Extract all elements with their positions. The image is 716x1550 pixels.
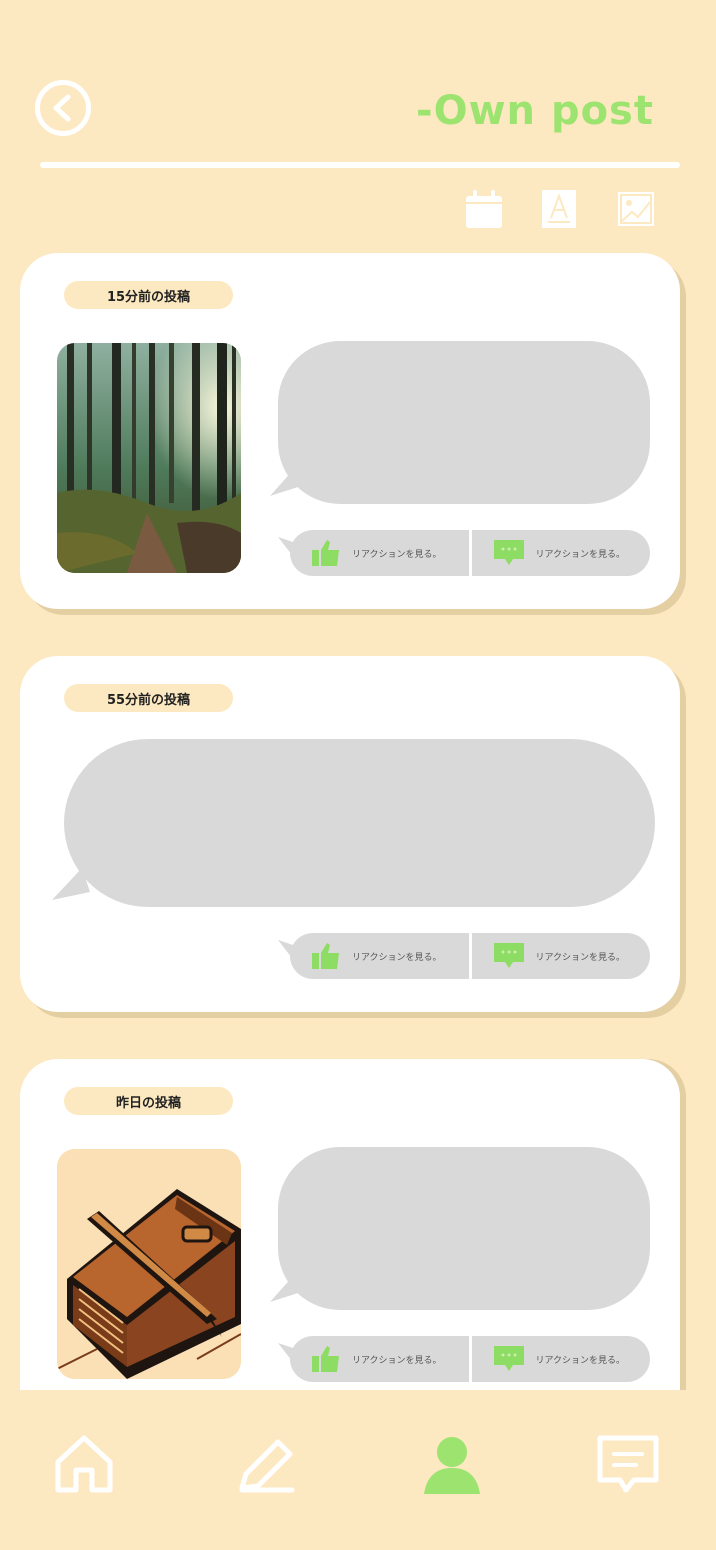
post-time-badge: 15分前の投稿 bbox=[64, 281, 233, 309]
comment-icon bbox=[493, 540, 524, 565]
post-text-bubble bbox=[52, 739, 655, 907]
reaction-bar: リアクションを見る。 リアクションを見る。 bbox=[290, 933, 650, 979]
thumbs-up-icon bbox=[312, 943, 339, 969]
comment-reaction-button[interactable]: リアクションを見る。 bbox=[468, 933, 651, 979]
post-text-bubble bbox=[270, 341, 650, 504]
post-time-badge: 昨日の投稿 bbox=[64, 1087, 233, 1115]
filter-bar bbox=[466, 190, 654, 228]
thumbs-up-icon bbox=[312, 540, 339, 566]
thumbs-up-icon bbox=[312, 1346, 339, 1372]
comment-reaction-button[interactable]: リアクションを見る。 bbox=[468, 1336, 651, 1382]
profile-icon[interactable] bbox=[420, 1432, 484, 1496]
back-button[interactable] bbox=[35, 80, 91, 136]
post-time-badge: 55分前の投稿 bbox=[64, 684, 233, 712]
comment-reaction-label: リアクションを見る。 bbox=[535, 1355, 626, 1366]
comment-icon bbox=[493, 1346, 524, 1371]
like-reaction-label: リアクションを見る。 bbox=[352, 549, 442, 560]
chat-icon[interactable] bbox=[596, 1432, 660, 1496]
reaction-bar: リアクションを見る。 リアクションを見る。 bbox=[290, 1336, 650, 1382]
chevron-left-icon bbox=[53, 94, 71, 122]
comment-reaction-label: リアクションを見る。 bbox=[535, 549, 626, 560]
like-reaction-button[interactable]: リアクションを見る。 bbox=[290, 1336, 469, 1382]
like-reaction-button[interactable]: リアクションを見る。 bbox=[290, 933, 469, 979]
comment-reaction-label: リアクションを見る。 bbox=[535, 952, 626, 963]
post-card[interactable]: 55分前の投稿 リアクションを見る。 リアクションを見る。 bbox=[20, 656, 680, 1012]
post-card[interactable]: 昨日の投稿 リアクションを見る。 リアクションを見る。 bbox=[20, 1059, 680, 1399]
post-photo-forest[interactable] bbox=[57, 343, 241, 573]
post-card[interactable]: 15分前の投稿 リアクションを見る。 リアクションを見る。 bbox=[20, 253, 680, 609]
header-divider bbox=[40, 162, 680, 168]
post-photo-notebook[interactable] bbox=[57, 1149, 241, 1379]
home-icon[interactable] bbox=[52, 1432, 116, 1496]
like-reaction-label: リアクションを見る。 bbox=[352, 952, 442, 963]
post-text-bubble bbox=[270, 1147, 650, 1310]
like-reaction-label: リアクションを見る。 bbox=[352, 1355, 442, 1366]
edit-icon[interactable] bbox=[234, 1432, 298, 1496]
calendar-icon[interactable] bbox=[466, 190, 502, 228]
text-icon[interactable] bbox=[542, 190, 578, 228]
page-title: -Own post bbox=[415, 88, 654, 134]
like-reaction-button[interactable]: リアクションを見る。 bbox=[290, 530, 469, 576]
comment-reaction-button[interactable]: リアクションを見る。 bbox=[468, 530, 651, 576]
comment-icon bbox=[493, 943, 524, 968]
image-icon[interactable] bbox=[618, 190, 654, 228]
reaction-bar: リアクションを見る。 リアクションを見る。 bbox=[290, 530, 650, 576]
